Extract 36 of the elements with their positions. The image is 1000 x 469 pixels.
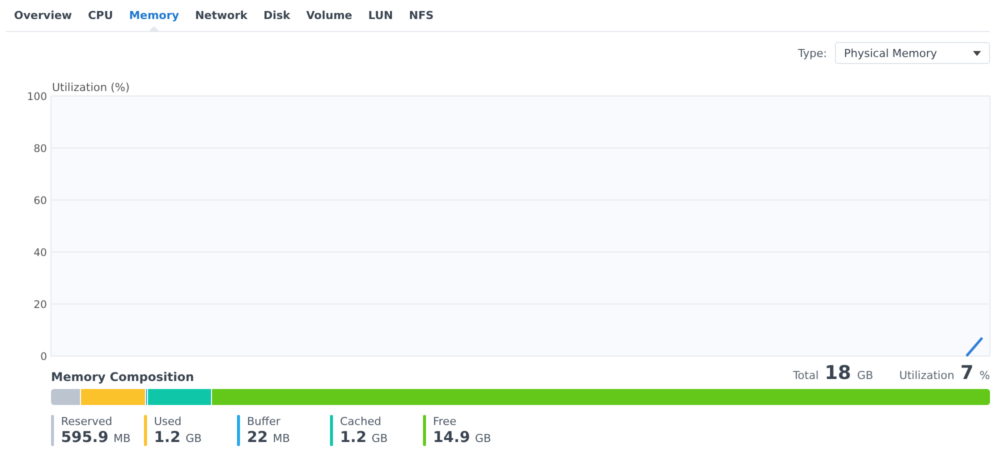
y-tick-label: 60	[34, 195, 47, 207]
tab[interactable]: Memory	[121, 0, 188, 31]
legend-label: Reserved	[61, 415, 114, 428]
total-unit: GB	[857, 369, 874, 382]
legend-label: Cached	[340, 415, 382, 428]
type-dropdown[interactable]: Physical Memory	[835, 42, 990, 64]
utilization-unit: %	[980, 369, 990, 382]
tab[interactable]: LUN	[360, 0, 402, 31]
legend-label: Buffer	[247, 415, 282, 428]
tab[interactable]: Network	[187, 0, 256, 31]
legend-label: Used	[154, 415, 183, 428]
utilization-value: 7	[960, 362, 974, 384]
y-tick-label: 0	[40, 351, 47, 360]
legend-label: Free	[433, 415, 458, 428]
y-tick-label: 40	[34, 247, 47, 259]
total-value: 18	[824, 362, 852, 384]
section-title: Memory Composition	[51, 370, 194, 384]
type-label: Type:	[798, 46, 827, 60]
utilization-line	[966, 336, 984, 357]
tab[interactable]: Volume	[298, 0, 360, 31]
legend-value: 14.9 GB	[433, 428, 492, 446]
utilization-label: Utilization	[899, 369, 954, 382]
legend-value: 22 MB	[247, 428, 290, 446]
y-tick-label: 80	[34, 143, 47, 155]
y-tick-label: 20	[34, 299, 47, 311]
tab[interactable]: Disk	[255, 0, 298, 31]
tab[interactable]: CPU	[80, 0, 122, 31]
y-tick-label: 100	[26, 91, 47, 103]
total-label: Total	[792, 369, 819, 382]
legend-value: 595.9 MB	[61, 428, 130, 446]
caret-icon	[973, 50, 981, 56]
legend-value: 1.2 GB	[340, 428, 388, 446]
legend-value: 1.2 GB	[154, 428, 202, 446]
y-axis-label: Utilization (%)	[52, 81, 130, 94]
tab[interactable]: NFS	[401, 0, 442, 31]
tab[interactable]: Overview	[6, 0, 80, 31]
